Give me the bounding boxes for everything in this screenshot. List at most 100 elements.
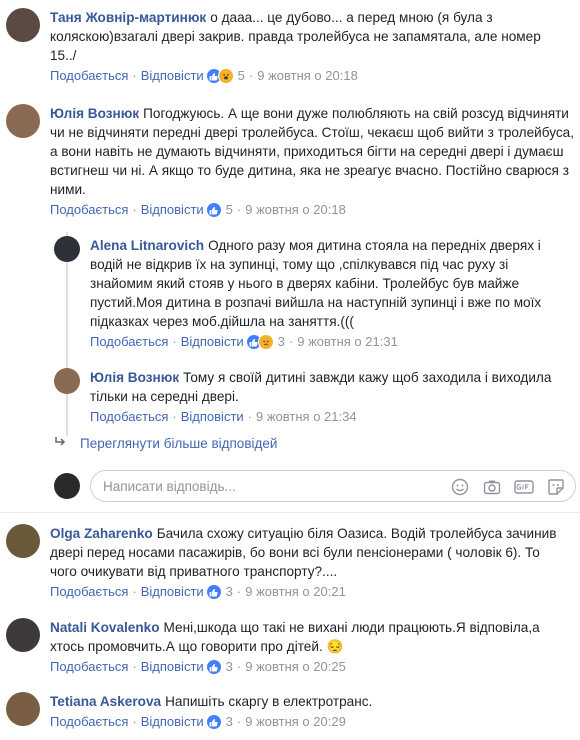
reactions[interactable]: 5 — [205, 67, 245, 85]
separator: · — [172, 409, 177, 424]
separator: · — [132, 659, 137, 674]
like-reaction-icon — [205, 584, 222, 600]
view-more-replies-label: Переглянути більше відповідей — [80, 436, 278, 451]
comment-timestamp[interactable]: 9 жовтня о 20:18 — [245, 201, 346, 219]
reaction-count: 5 — [237, 68, 245, 83]
comment-text: Natali Kovalenko Мені,шкода що такі не ви… — [50, 618, 570, 656]
separator: · — [236, 659, 242, 674]
comment-message: Напишіть скаргу в електротранс. — [165, 694, 373, 709]
avatar[interactable] — [6, 8, 40, 42]
reply-actions: Подобається · Відповісти 3 · 9 жовтня о … — [90, 333, 560, 351]
reply-author[interactable]: Alena Litnarovich — [90, 238, 204, 253]
separator: · — [132, 714, 137, 729]
like-link[interactable]: Подобається — [50, 713, 128, 731]
reactions[interactable]: 3 — [205, 583, 233, 601]
composer-icons — [449, 476, 567, 498]
comment-author[interactable]: Tetiana Askerova — [50, 694, 161, 709]
reply-link[interactable]: Відповісти — [141, 658, 204, 676]
reply-timestamp[interactable]: 9 жовтня о 21:34 — [256, 408, 357, 426]
reaction-count: 5 — [225, 202, 233, 217]
comment-actions: Подобається · Відповісти 5 · 9 жовтня о … — [50, 201, 575, 219]
separator: · — [247, 409, 253, 424]
separator: · — [132, 584, 137, 599]
comment-timestamp[interactable]: 9 жовтня о 20:18 — [257, 67, 358, 85]
reply-item: Alena Litnarovich Одного разу моя дитина … — [54, 236, 574, 351]
separator: · — [288, 334, 294, 349]
reaction-count: 3 — [225, 714, 233, 729]
comment-text: Таня Жовнір-мартинюк о дааа... це дубово.… — [50, 8, 570, 65]
reply-link[interactable]: Відповісти — [181, 333, 244, 351]
like-link[interactable]: Подобається — [50, 201, 128, 219]
avatar[interactable] — [6, 692, 40, 726]
reply-text: Alena Litnarovich Одного разу моя дитина … — [90, 236, 560, 331]
comment-text: Tetiana Askerova Напишіть скаргу в електр… — [50, 692, 570, 711]
reaction-count: 3 — [225, 659, 233, 674]
comment-actions: Подобається · Відповісти 5 · 9 жовтня о … — [50, 67, 570, 85]
separator: · — [132, 202, 137, 217]
avatar[interactable] — [6, 524, 40, 558]
reply-input[interactable]: Написати відповідь... — [90, 470, 576, 502]
comment-author[interactable]: Таня Жовнір-мартинюк — [50, 10, 206, 25]
separator: · — [172, 334, 177, 349]
emoji-icon[interactable] — [449, 476, 471, 498]
comment-item: Таня Жовнір-мартинюк о дааа... це дубово.… — [6, 8, 576, 85]
divider — [0, 512, 580, 513]
reaction-count: 3 — [277, 334, 285, 349]
reply-input-placeholder: Написати відповідь... — [103, 478, 236, 494]
like-link[interactable]: Подобається — [50, 583, 128, 601]
comment-item: Юлія Вознюк Погоджуюсь. А ще вони дуже по… — [6, 104, 576, 219]
comment-author[interactable]: Юлія Вознюк — [50, 106, 139, 121]
comment-timestamp[interactable]: 9 жовтня о 20:29 — [245, 713, 346, 731]
reply-link[interactable]: Відповісти — [141, 201, 204, 219]
comment-item: Tetiana Askerova Напишіть скаргу в електр… — [6, 692, 576, 731]
separator: · — [236, 584, 242, 599]
reply-link[interactable]: Відповісти — [181, 408, 244, 426]
reactions[interactable]: 3 — [245, 333, 285, 351]
sticker-icon[interactable] — [545, 476, 567, 498]
gif-icon[interactable] — [513, 476, 535, 498]
haha-reaction-icon — [217, 68, 234, 84]
view-more-replies-link[interactable]: Переглянути більше відповідей — [54, 436, 277, 451]
avatar[interactable] — [6, 618, 40, 652]
reply-composer: Написати відповідь... — [54, 470, 576, 502]
like-link[interactable]: Подобається — [90, 408, 168, 426]
reaction-count: 3 — [225, 584, 233, 599]
like-reaction-icon — [205, 714, 222, 730]
comment-item: Natali Kovalenko Мені,шкода що такі не ви… — [6, 618, 576, 676]
reply-arrow-icon — [54, 436, 66, 451]
reactions[interactable]: 5 — [205, 201, 233, 219]
comment-timestamp[interactable]: 9 жовтня о 20:21 — [245, 583, 346, 601]
avatar — [54, 473, 80, 499]
avatar[interactable] — [6, 104, 40, 138]
comment-author[interactable]: Olga Zaharenko — [50, 526, 153, 541]
like-reaction-icon — [205, 659, 222, 675]
reply-actions: Подобається · Відповісти · 9 жовтня о 21… — [90, 408, 560, 426]
reactions[interactable]: 3 — [205, 658, 233, 676]
separator: · — [236, 714, 242, 729]
comment-text: Olga Zaharenko Бачила схожу ситуацію біля… — [50, 524, 570, 581]
comment-text: Юлія Вознюк Погоджуюсь. А ще вони дуже по… — [50, 104, 575, 199]
comment-timestamp[interactable]: 9 жовтня о 20:25 — [245, 658, 346, 676]
separator: · — [236, 202, 242, 217]
avatar[interactable] — [54, 236, 80, 262]
reply-link[interactable]: Відповісти — [141, 713, 204, 731]
camera-icon[interactable] — [481, 476, 503, 498]
comment-actions: Подобається · Відповісти 3 · 9 жовтня о … — [50, 658, 570, 676]
comment-actions: Подобається · Відповісти 3 · 9 жовтня о … — [50, 583, 570, 601]
like-link[interactable]: Подобається — [50, 67, 128, 85]
separator: · — [248, 68, 254, 83]
reply-link[interactable]: Відповісти — [141, 583, 204, 601]
comment-author[interactable]: Natali Kovalenko — [50, 620, 160, 635]
reactions[interactable]: 3 — [205, 713, 233, 731]
comment-thread: Таня Жовнір-мартинюк о дааа... це дубово.… — [0, 0, 580, 740]
reply-author[interactable]: Юлія Вознюк — [90, 370, 179, 385]
like-link[interactable]: Подобається — [50, 658, 128, 676]
like-reaction-icon — [205, 202, 222, 218]
like-link[interactable]: Подобається — [90, 333, 168, 351]
separator: · — [132, 68, 137, 83]
sad-reaction-icon — [257, 334, 274, 350]
reply-timestamp[interactable]: 9 жовтня о 21:31 — [297, 333, 398, 351]
reply-item: Юлія Вознюк Тому я своїй дитині завжди ка… — [54, 368, 574, 426]
reply-link[interactable]: Відповісти — [141, 67, 204, 85]
avatar[interactable] — [54, 368, 80, 394]
